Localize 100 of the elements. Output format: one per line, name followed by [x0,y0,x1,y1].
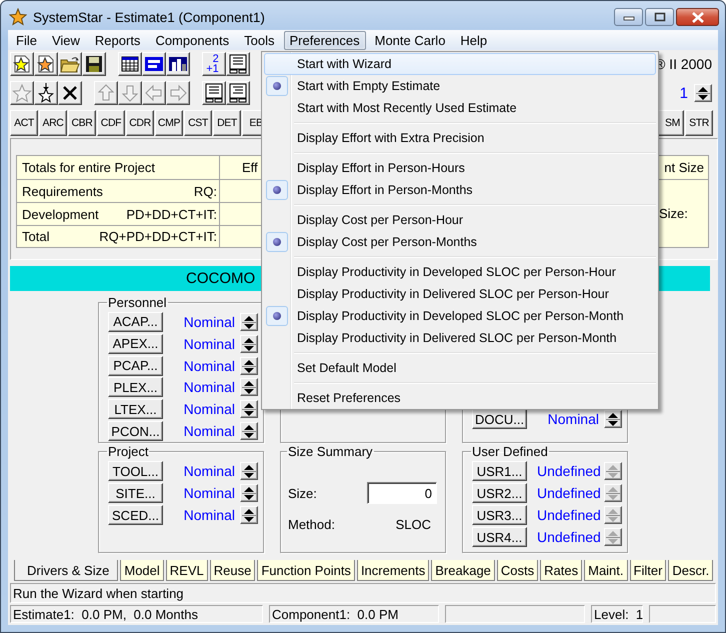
driver-value: Nominal [182,485,235,501]
module-button[interactable]: CMP [155,110,183,136]
right-arrow-icon [168,83,188,103]
up-down-arrows-icon [241,485,257,501]
tab[interactable]: Function Points [257,560,355,581]
close-icon [690,12,704,22]
toolbar-button[interactable] [10,52,34,76]
driver-button[interactable]: SITE... [108,483,163,503]
tab[interactable]: Reuse [210,560,256,581]
menu-bar-item[interactable]: Components [149,30,236,50]
menu-bar-item[interactable]: Monte Carlo [368,30,452,50]
driver-value: Undefined [537,529,599,545]
menu-bar-item[interactable]: Tools [238,30,281,50]
driver-button[interactable]: PCON... [108,421,163,442]
module-button[interactable]: ACT [10,110,38,136]
spin-button[interactable] [240,312,258,331]
tab[interactable]: Increments [356,560,430,581]
star-outline-icon [12,83,32,103]
driver-button[interactable]: PCAP... [108,356,163,376]
menu-bar-item[interactable]: View [46,30,86,50]
tab[interactable]: Breakage [431,560,495,581]
toolbar-button[interactable] [142,52,166,76]
star-document-icon [12,54,32,74]
driver-button[interactable]: SCED... [108,505,163,525]
tab[interactable]: Drivers & Size [14,560,118,581]
menu-item[interactable]: Start with Wizard [264,53,656,75]
driver-value: Nominal [182,314,235,330]
menu-item[interactable]: Display Productivity in Developed SLOC per Person-Month [264,305,656,327]
spin-button[interactable] [240,378,258,396]
spin-button[interactable] [240,506,258,524]
group-title: Size Summary [287,444,374,459]
spin-button[interactable] [694,84,712,102]
spin-button[interactable] [240,422,258,440]
left-arrow-icon [144,83,164,103]
spin-button[interactable] [240,334,258,353]
spin-button[interactable] [240,462,258,480]
toolbar-button[interactable] [202,81,226,105]
menu-item[interactable]: Reset Preferences [264,387,656,409]
size-field[interactable]: 0 [367,482,437,504]
menu-item[interactable]: Display Effort in Person-Hours [264,157,656,179]
toolbar-button[interactable] [58,52,82,76]
up-down-arrows-icon [241,401,257,418]
driver-value: Nominal [182,336,235,352]
toolbar-button[interactable] [58,81,82,105]
method-label: Method: [288,517,335,532]
driver-button[interactable]: TOOL... [108,461,163,481]
tab[interactable]: Model [120,560,164,581]
toolbar-button[interactable]: 2 +1 [202,52,226,76]
menu-bar-item[interactable]: File [10,30,43,50]
column-header: Totals for entire Project [17,156,220,180]
driver-button[interactable]: DOCU... [472,409,527,429]
module-button[interactable]: ARC [39,110,67,136]
toolbar-button[interactable] [34,52,58,76]
toolbar-button[interactable] [34,81,58,105]
up-arrow-icon [96,83,116,103]
toolbar-button[interactable] [226,81,250,105]
menu-item[interactable]: Display Cost per Person-Hour [264,209,656,231]
menu-item[interactable]: Start with Empty Estimate [264,75,656,97]
tab[interactable]: Costs [496,560,538,581]
menu-bar-item[interactable]: Reports [88,30,146,50]
phase-label: Development [22,206,99,222]
spin-button[interactable] [240,356,258,375]
module-button[interactable]: CDR [126,110,154,136]
module-button[interactable]: CST [184,110,212,136]
report-icon [204,83,224,103]
menu-item[interactable]: Set Default Model [264,357,656,379]
menu-item[interactable]: Display Productivity in Delivered SLOC per Person-Hour [264,283,656,305]
tab[interactable]: Rates [540,560,582,581]
menu-bar-item[interactable]: Preferences [284,30,366,50]
up-down-arrows-icon [241,358,257,374]
maximize-button[interactable] [645,8,674,26]
toolbar-button[interactable] [166,52,190,76]
tab[interactable]: Descr. [668,560,714,581]
driver-button[interactable]: ACAP... [108,312,163,332]
driver-button[interactable]: LTEX... [108,399,163,420]
menu-bar-item[interactable]: Help [454,30,494,50]
menu-item[interactable]: Display Effort in Person-Months [264,179,656,201]
module-button[interactable]: DET [213,110,241,136]
spin-button[interactable] [604,410,622,428]
group-title: Project [107,444,150,459]
toolbar-button[interactable] [118,52,142,76]
module-button[interactable]: CDF [97,110,125,136]
tab[interactable]: Maint. [584,560,628,581]
module-button[interactable]: CBR [68,110,96,136]
up-down-arrows-icon [605,463,621,479]
tab[interactable]: REVL [166,560,208,581]
menu-item[interactable]: Display Cost per Person-Months [264,231,656,253]
driver-button[interactable]: PLEX... [108,377,163,398]
menu-item[interactable]: Display Productivity in Developed SLOC per Person-Hour [264,261,656,283]
report-icon [228,83,248,103]
driver-button[interactable]: APEX... [108,334,163,354]
tab[interactable]: Filter [630,560,666,581]
toolbar-button[interactable] [82,52,106,76]
minimize-button[interactable] [614,8,643,26]
menu-item[interactable]: Display Productivity in Delivered SLOC per Person-Month [264,327,656,349]
spin-button[interactable] [240,484,258,502]
toolbar-button[interactable] [226,52,250,76]
close-button[interactable] [676,8,719,26]
spin-button[interactable] [240,400,258,418]
module-button[interactable]: STR [685,110,713,136]
